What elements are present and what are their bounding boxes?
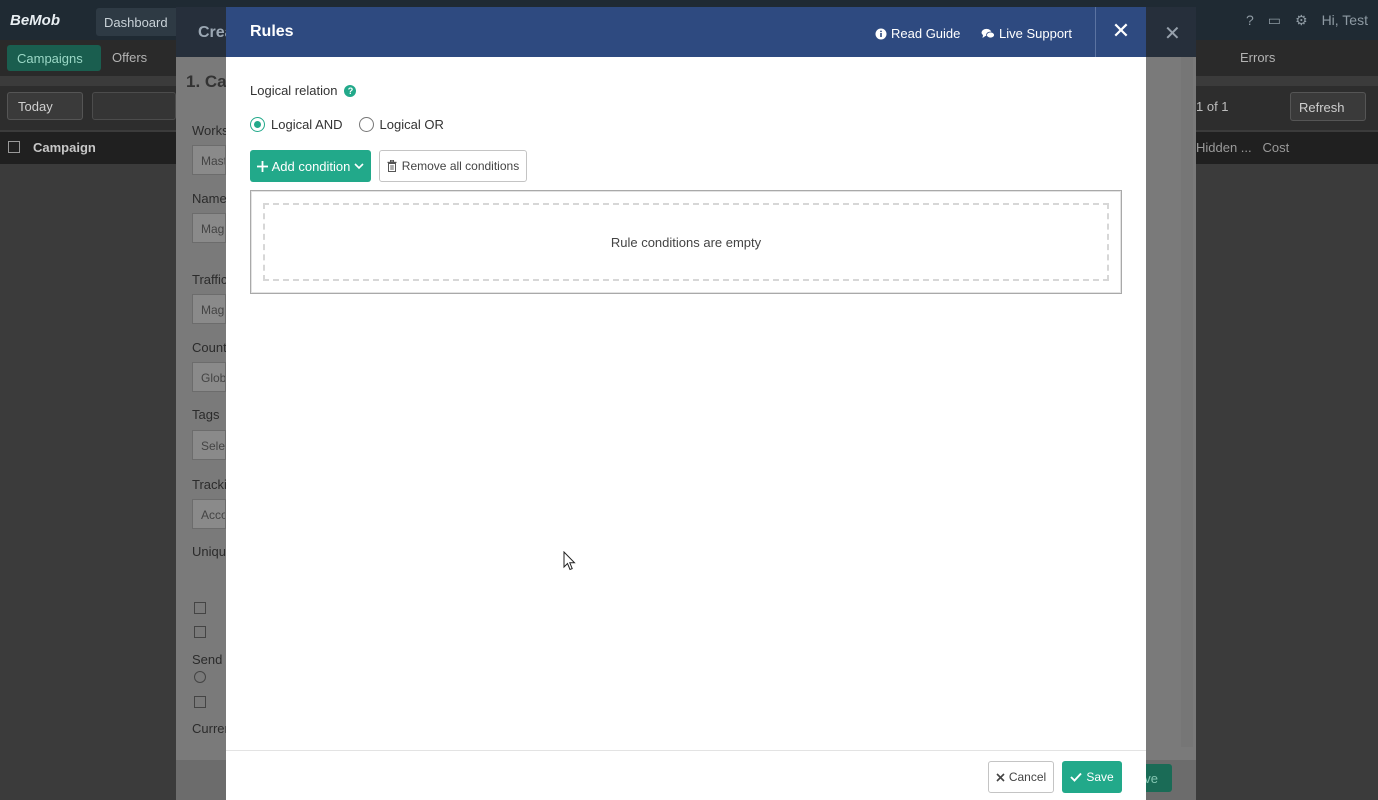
option-checkbox-3[interactable] — [194, 696, 206, 708]
country-field[interactable]: Glob — [192, 362, 226, 392]
read-guide-label: Read Guide — [891, 26, 961, 41]
search-input[interactable] — [92, 92, 176, 120]
help-icon[interactable]: ? — [344, 84, 357, 97]
create-modal-close-icon[interactable]: ✕ — [1164, 21, 1181, 46]
cancel-button[interactable]: Cancel — [988, 761, 1054, 793]
add-condition-label: Add condition — [271, 158, 351, 174]
read-guide-link[interactable]: Read Guide — [875, 26, 960, 41]
column-hidden[interactable]: Hidden ... Cost — [1196, 140, 1289, 155]
chevron-down-icon — [354, 162, 364, 169]
logical-relation-label: Logical relation ? — [250, 83, 357, 98]
workspace-switch-icon[interactable]: ▭ — [1268, 12, 1281, 29]
traffic-label: Traffic — [192, 272, 228, 287]
dashboard-tab[interactable]: Dashboard — [96, 8, 186, 36]
close-icon — [996, 772, 1005, 782]
remove-all-conditions-button[interactable]: Remove all conditions — [379, 150, 527, 182]
send-label: Send — [192, 652, 223, 667]
logical-relation-text: Logical relation — [250, 83, 338, 98]
save-button[interactable]: Save — [1062, 761, 1122, 793]
check-icon — [1070, 772, 1083, 782]
pager: 1 of 1 — [1196, 99, 1229, 114]
country-label: Count — [192, 340, 227, 355]
tracking-field[interactable]: Acco — [192, 499, 226, 529]
column-hidden-label: Hidden ... — [1196, 140, 1252, 155]
remove-all-conditions-label: Remove all conditions — [401, 159, 520, 173]
rules-modal-title: Rules — [250, 23, 294, 40]
radio-checked-icon — [250, 117, 265, 132]
conditions-container: Rule conditions are empty — [250, 190, 1122, 294]
top-right-controls: ? ▭ ⚙ Hi, Test — [1246, 0, 1378, 40]
option-checkbox-1[interactable] — [194, 602, 206, 614]
radio-logical-and[interactable]: Logical AND — [250, 117, 343, 132]
user-greeting[interactable]: Hi, Test — [1322, 12, 1368, 28]
tracking-label: Tracki — [192, 477, 227, 492]
send-radio[interactable] — [194, 671, 206, 683]
select-all-checkbox[interactable] — [8, 141, 20, 153]
date-range-button[interactable]: Today — [7, 92, 83, 120]
add-condition-button[interactable]: Add condition — [250, 150, 371, 182]
radio-logical-or-label: Logical OR — [379, 117, 444, 132]
column-campaign[interactable]: Campaign — [33, 140, 96, 155]
close-icon[interactable]: ✕ — [1107, 17, 1135, 45]
name-field[interactable]: Magi — [192, 213, 226, 243]
empty-conditions-message: Rule conditions are empty — [610, 234, 762, 250]
save-label: Save — [1086, 770, 1114, 784]
tags-field[interactable]: Sele — [192, 430, 226, 460]
plus-icon — [256, 160, 268, 172]
traffic-field[interactable]: Mag — [192, 294, 226, 324]
unique-label: Uniqu — [192, 544, 226, 559]
live-support-label: Live Support — [999, 26, 1072, 41]
create-modal-scrollbar[interactable] — [1181, 57, 1193, 747]
radio-logical-or[interactable]: Logical OR — [358, 117, 444, 132]
workspace-label: Works — [192, 123, 229, 138]
mouse-cursor-icon — [563, 551, 576, 571]
help-icon[interactable]: ? — [1246, 12, 1254, 28]
app-logo[interactable]: BeMob — [10, 12, 60, 29]
campaigns-nav-button[interactable]: Campaigns — [7, 45, 101, 71]
conditions-dropzone: Rule conditions are empty — [263, 203, 1109, 281]
live-support-link[interactable]: Live Support — [981, 26, 1072, 41]
tags-label: Tags — [192, 407, 220, 422]
radio-logical-and-label: Logical AND — [271, 117, 343, 132]
gear-icon[interactable]: ⚙ — [1295, 12, 1308, 29]
create-modal-step: 1. Ca — [186, 72, 227, 91]
radio-unchecked-icon — [358, 117, 374, 132]
cancel-label: Cancel — [1008, 770, 1047, 784]
column-cost-label: Cost — [1262, 140, 1290, 155]
footer-divider — [226, 750, 1146, 751]
rules-modal-header: Rules Read Guide Live Support ✕ — [226, 7, 1146, 57]
logical-relation-radio-group: Logical AND Logical OR — [250, 117, 444, 132]
errors-nav-link[interactable]: Errors — [1240, 50, 1275, 65]
rules-modal: Rules Read Guide Live Support ✕ Logical … — [226, 7, 1146, 800]
offers-nav-link[interactable]: Offers — [112, 50, 147, 65]
option-checkbox-2[interactable] — [194, 626, 206, 638]
header-divider — [1095, 7, 1096, 57]
trash-icon — [387, 160, 397, 172]
info-circle-icon — [875, 28, 887, 39]
name-label: Name — [192, 191, 227, 206]
workspace-field[interactable]: Mast — [192, 145, 226, 175]
chat-bubbles-icon — [981, 28, 995, 38]
refresh-button[interactable]: Refresh — [1290, 92, 1366, 121]
